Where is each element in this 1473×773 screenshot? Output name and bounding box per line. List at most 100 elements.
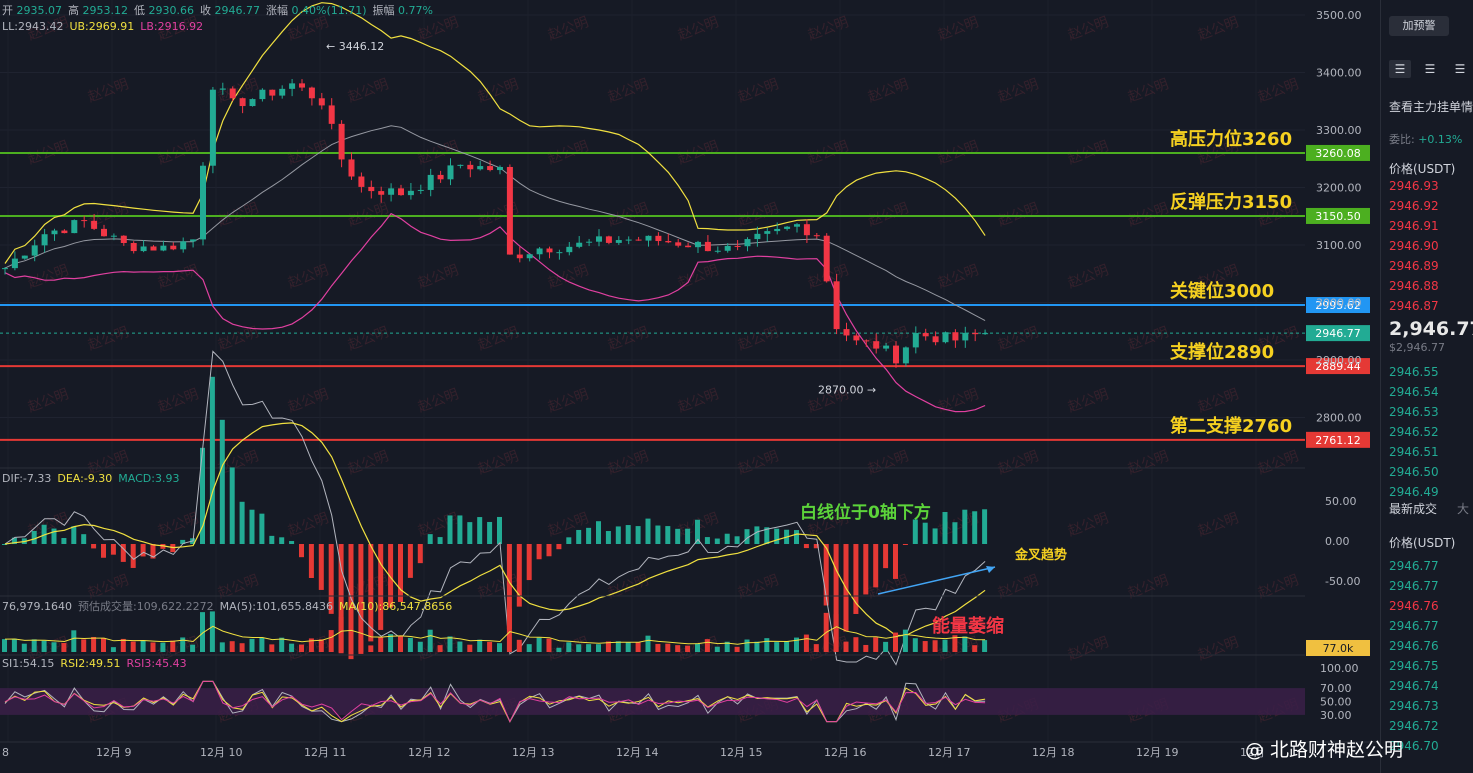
macd-histogram-bar [794, 530, 799, 544]
last-price-usd: $2,946.77 [1389, 341, 1445, 354]
candle-body [71, 220, 78, 234]
bid-row[interactable]: 2946.52 [1389, 425, 1439, 439]
candle-body [922, 333, 929, 337]
candle-body [140, 246, 147, 252]
macd-histogram-bar [437, 537, 443, 544]
macd-histogram-bar [615, 526, 621, 544]
volume-bar [190, 644, 196, 652]
volume-bar [714, 646, 720, 652]
bid-row[interactable]: 2946.53 [1389, 405, 1439, 419]
ask-row[interactable]: 2946.89 [1389, 259, 1439, 273]
volume-bar [328, 630, 334, 652]
candle-body [41, 234, 48, 246]
vol-legend-item: MA(10):86,547.8656 [338, 600, 453, 613]
macd-histogram-bar [31, 530, 37, 544]
candle-body [91, 220, 98, 229]
ohlc-item: 高 2953.12 [68, 4, 128, 17]
candle-body [596, 236, 602, 242]
macd-histogram-bar [883, 544, 889, 569]
candle-body [21, 255, 28, 259]
macd-histogram-bar [665, 526, 671, 544]
volume-bar [447, 636, 453, 652]
candle-body [803, 224, 810, 236]
macd-histogram-bar [774, 528, 780, 544]
level-price-label: 3260.08 [1315, 147, 1361, 160]
volume-note: 能量萎缩 [932, 615, 1004, 637]
trade-row: 2946.77 [1389, 619, 1439, 633]
candle-body [101, 228, 107, 237]
candle-body [81, 220, 88, 222]
candle-body [388, 188, 395, 195]
candle-body [853, 335, 860, 341]
rsi-legend-item: RSI2:49.51 [60, 657, 121, 670]
price-chart[interactable]: 赵公明 赵公明 赵公明 赵公明 赵公明 赵公明 赵公明 赵公明 赵公明 赵公明赵公明 赵公明 赵公明赵… [0, 0, 1380, 773]
candle-body [576, 242, 583, 247]
candle-body [269, 89, 276, 96]
candle-body [239, 98, 246, 107]
candle-body [279, 88, 286, 96]
ask-row[interactable]: 2946.87 [1389, 299, 1439, 313]
candle-body [110, 235, 117, 237]
tab-book-bids[interactable]: ☰ [1419, 60, 1441, 78]
tab-latest-trades[interactable]: 最新成交 [1389, 500, 1437, 517]
candle-body [338, 123, 345, 160]
boll-legend: LL:2943.42 UB:2969.91 LB:2916.92 [2, 20, 209, 33]
time-tick-label: 12月 17 [928, 746, 971, 759]
macd-tick-label: 50.00 [1325, 495, 1357, 508]
bid-row[interactable]: 2946.49 [1389, 485, 1439, 499]
ask-row[interactable]: 2946.93 [1389, 179, 1439, 193]
volume-bar [784, 641, 790, 652]
macd-legend: DIF:-7.33 DEA:-9.30 MACD:3.93 [2, 472, 185, 485]
price-tick-label: 3400.00 [1316, 67, 1362, 80]
candle-body [536, 248, 543, 255]
ohlc-item: 收 2946.77 [200, 4, 260, 17]
macd-histogram-bar [299, 544, 304, 558]
bid-row[interactable]: 2946.54 [1389, 385, 1439, 399]
tab-book-both[interactable]: ☰ [1389, 60, 1411, 78]
candle-body [497, 166, 503, 171]
volume-bar [21, 643, 27, 652]
macd-histogram-bar [378, 544, 384, 630]
ask-row[interactable]: 2946.88 [1389, 279, 1439, 293]
macd-histogram-bar [407, 544, 413, 578]
rsi-tick-label: 50.00 [1320, 696, 1352, 709]
volume-bar [209, 611, 215, 652]
macd-histogram-bar [566, 537, 572, 544]
tab-large-trades[interactable]: 大 [1457, 500, 1469, 517]
volume-bar [685, 645, 691, 652]
volume-bar [586, 644, 592, 652]
bid-row[interactable]: 2946.50 [1389, 465, 1439, 479]
volume-bar [635, 642, 641, 652]
candle-body [2, 268, 8, 270]
ohlc-item: 振幅 0.77% [372, 4, 433, 17]
ask-row[interactable]: 2946.92 [1389, 199, 1439, 213]
time-tick-label: 12月 19 [1136, 746, 1179, 759]
macd-histogram-bar [952, 522, 958, 544]
candle-body [308, 87, 315, 99]
candle-body [724, 245, 731, 251]
candle-body [883, 345, 890, 349]
vol-legend-item: 76,979.1640 [2, 600, 72, 613]
volume-bar [120, 638, 126, 652]
bid-row[interactable]: 2946.55 [1389, 365, 1439, 379]
candle-body [972, 332, 979, 335]
ask-row[interactable]: 2946.90 [1389, 239, 1439, 253]
candle-body [259, 89, 266, 100]
add-alert-button[interactable]: 加预警 [1389, 16, 1449, 36]
boll-legend-item: LL:2943.42 [2, 20, 64, 33]
volume-bar [516, 639, 522, 652]
price-tick-label: 2900.00 [1316, 354, 1362, 367]
ask-row[interactable]: 2946.91 [1389, 219, 1439, 233]
ratio-label: 委比: +0.13% [1389, 133, 1463, 146]
book-price-header: 价格(USDT) [1389, 162, 1456, 176]
tab-book-asks[interactable]: ☰ [1449, 60, 1471, 78]
main-orders-link[interactable]: 查看主力挂单情 [1389, 98, 1473, 115]
candle-body [754, 233, 761, 240]
volume-bar [348, 628, 354, 652]
candle-body [546, 248, 553, 253]
candle-body [31, 245, 38, 256]
candle-body [615, 240, 622, 243]
bid-row[interactable]: 2946.51 [1389, 445, 1439, 459]
level-price-label: 2761.12 [1315, 434, 1361, 447]
candle-body [863, 340, 870, 342]
